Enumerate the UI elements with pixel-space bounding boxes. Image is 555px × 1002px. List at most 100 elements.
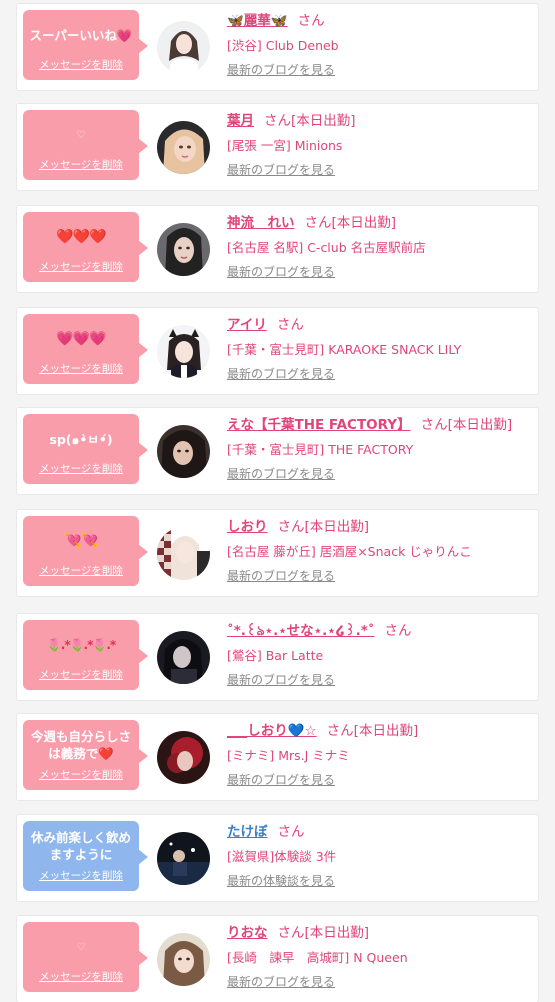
list-item: 💘💘 メッセージを削除 しおり さん[本日出勤] [名古屋 藤が丘] 居酒屋×Sn… <box>17 510 538 596</box>
message-bubble: ❤️❤️❤️ メッセージを削除 <box>23 212 148 282</box>
avatar[interactable] <box>157 325 210 378</box>
avatar[interactable] <box>157 527 210 580</box>
status-badge: [本日出勤] <box>304 925 370 941</box>
message-text: 💗💗💗 <box>56 330 106 347</box>
shop-detail: [名古屋 藤が丘] 居酒屋×Snack じゃりんこ <box>227 544 472 559</box>
message-bubble: ♡ メッセージを削除 <box>23 922 148 992</box>
avatar[interactable] <box>157 21 210 74</box>
cast-name-link[interactable]: 葉月 <box>227 113 254 129</box>
delete-message-link[interactable]: メッセージを削除 <box>23 868 139 883</box>
avatar[interactable] <box>157 832 210 885</box>
message-text: 💘💘 <box>64 532 99 549</box>
cast-name-link[interactable]: アイリ <box>227 317 267 333</box>
delete-message-link[interactable]: メッセージを削除 <box>23 461 139 476</box>
message-text: ❤️❤️❤️ <box>56 228 106 245</box>
list-item: 🌷.*🌷.*🌷.* メッセージを削除 ˚*.꒰ঌ⋆.⋆せな⋆.⋆໒꒱.*˚ さん … <box>17 614 538 700</box>
delete-message-link[interactable]: メッセージを削除 <box>23 667 139 682</box>
honorific: さん <box>420 417 448 433</box>
latest-review-link[interactable]: 最新の体験談を見る <box>227 872 335 889</box>
message-text: 🌷.*🌷.*🌷.* <box>46 637 116 652</box>
list-item: ♡ メッセージを削除 葉月 さん[本日出勤] [尾張 一宮] Minions 最新… <box>17 104 538 190</box>
message-text: スーパーいいね💗 <box>29 27 133 43</box>
delete-message-link[interactable]: メッセージを削除 <box>23 563 139 578</box>
name-line: 葉月 さん[本日出勤] <box>227 109 530 129</box>
name-line: ___しおり💙☆ さん[本日出勤] <box>227 719 530 739</box>
list-item: ♡ メッセージを削除 りおな さん[本日出勤] [長崎 諫早 高城町] N Que… <box>17 916 538 1002</box>
honorific: さん <box>277 519 305 535</box>
shop-detail: [名古屋 名駅] C-club 名古屋駅前店 <box>227 240 426 255</box>
list-item: sp(๑•̀ㅂ•́) メッセージを削除 えな【千葉THE FACTORY】 さん[… <box>17 408 538 494</box>
latest-blog-link[interactable]: 最新のブログを見る <box>227 567 335 584</box>
latest-blog-link[interactable]: 最新のブログを見る <box>227 671 335 688</box>
delete-message-link[interactable]: メッセージを削除 <box>23 969 139 984</box>
user-detail: [滋賀県]体験談 3件 <box>227 849 337 864</box>
shop-detail: [千葉・富士見町] KARAOKE SNACK LILY <box>227 342 462 357</box>
list-item: スーパーいいね💗 メッセージを削除 🦋麗華🦋 さん [渋谷] Club Deneb… <box>17 4 538 90</box>
honorific: さん <box>384 623 412 639</box>
cast-name-link[interactable]: ___しおり💙☆ <box>227 723 317 739</box>
avatar[interactable] <box>157 121 210 174</box>
avatar[interactable] <box>157 223 210 276</box>
message-text: 今週も自分らしさは義務で❤️ <box>30 729 131 761</box>
message-text: 休み前楽しく飲めますように <box>30 830 131 862</box>
list-item: 💗💗💗 メッセージを削除 アイリ さん [千葉・富士見町] KARAOKE SNA… <box>17 308 538 394</box>
name-line: りおな さん[本日出勤] <box>227 921 530 941</box>
name-line: アイリ さん <box>227 313 530 333</box>
message-text: sp(๑•̀ㅂ•́) <box>49 431 113 447</box>
delete-message-link[interactable]: メッセージを削除 <box>23 157 139 172</box>
honorific: さん <box>304 215 332 231</box>
avatar[interactable] <box>157 425 210 478</box>
message-list: スーパーいいね💗 メッセージを削除 🦋麗華🦋 さん [渋谷] Club Deneb… <box>0 0 555 1002</box>
latest-blog-link[interactable]: 最新のブログを見る <box>227 365 335 382</box>
user-name-link[interactable]: たけぼ <box>227 824 268 840</box>
name-line: たけぼ さん <box>227 820 530 840</box>
status-badge: [本日出勤] <box>447 417 513 433</box>
honorific: さん <box>297 13 325 29</box>
honorific: さん <box>264 113 291 129</box>
latest-blog-link[interactable]: 最新のブログを見る <box>227 973 335 990</box>
shop-detail: [鶯谷] Bar Latte <box>227 648 324 663</box>
message-text: ♡ <box>76 129 86 141</box>
honorific: さん <box>326 723 354 739</box>
cast-name-link[interactable]: ˚*.꒰ঌ⋆.⋆せな⋆.⋆໒꒱.*˚ <box>227 623 375 639</box>
avatar[interactable] <box>157 933 210 986</box>
message-bubble: 💗💗💗 メッセージを削除 <box>23 314 148 384</box>
status-badge: [本日出勤] <box>353 723 419 739</box>
shop-detail: [長崎 諫早 高城町] N Queen <box>227 950 408 965</box>
list-item: ❤️❤️❤️ メッセージを削除 神流 れい さん[本日出勤] [名古屋 名駅] C… <box>17 206 538 292</box>
delete-message-link[interactable]: メッセージを削除 <box>23 259 139 274</box>
cast-name-link[interactable]: 🦋麗華🦋 <box>227 13 288 29</box>
avatar[interactable] <box>157 731 210 784</box>
delete-message-link[interactable]: メッセージを削除 <box>23 361 139 376</box>
latest-blog-link[interactable]: 最新のブログを見る <box>227 61 335 78</box>
cast-name-link[interactable]: りおな <box>227 925 268 941</box>
latest-blog-link[interactable]: 最新のブログを見る <box>227 771 335 788</box>
status-badge: [本日出勤] <box>291 113 356 129</box>
latest-blog-link[interactable]: 最新のブログを見る <box>227 161 335 178</box>
status-badge: [本日出勤] <box>304 519 370 535</box>
latest-blog-link[interactable]: 最新のブログを見る <box>227 465 335 482</box>
avatar[interactable] <box>157 631 210 684</box>
message-bubble: 💘💘 メッセージを削除 <box>23 516 148 586</box>
message-bubble: 休み前楽しく飲めますように メッセージを削除 <box>23 821 148 891</box>
latest-blog-link[interactable]: 最新のブログを見る <box>227 263 335 280</box>
shop-detail: [ミナミ] Mrs.J ミナミ <box>227 748 350 763</box>
message-bubble: スーパーいいね💗 メッセージを削除 <box>23 10 148 80</box>
name-line: 🦋麗華🦋 さん <box>227 9 530 29</box>
cast-name-link[interactable]: 神流 れい <box>227 215 295 231</box>
message-bubble: 今週も自分らしさは義務で❤️ メッセージを削除 <box>23 720 148 790</box>
message-bubble: 🌷.*🌷.*🌷.* メッセージを削除 <box>23 620 148 690</box>
cast-name-link[interactable]: えな【千葉THE FACTORY】 <box>227 417 411 433</box>
name-line: えな【千葉THE FACTORY】 さん[本日出勤] <box>227 413 530 433</box>
honorific: さん <box>277 824 305 840</box>
shop-detail: [千葉・富士見町] THE FACTORY <box>227 442 414 457</box>
message-bubble: sp(๑•̀ㅂ•́) メッセージを削除 <box>23 414 148 484</box>
delete-message-link[interactable]: メッセージを削除 <box>23 57 139 72</box>
cast-name-link[interactable]: しおり <box>227 519 268 535</box>
name-line: しおり さん[本日出勤] <box>227 515 530 535</box>
delete-message-link[interactable]: メッセージを削除 <box>23 767 139 782</box>
shop-detail: [尾張 一宮] Minions <box>227 138 343 153</box>
status-badge: [本日出勤] <box>331 215 397 231</box>
message-text: ♡ <box>76 941 86 953</box>
message-bubble: ♡ メッセージを削除 <box>23 110 148 180</box>
